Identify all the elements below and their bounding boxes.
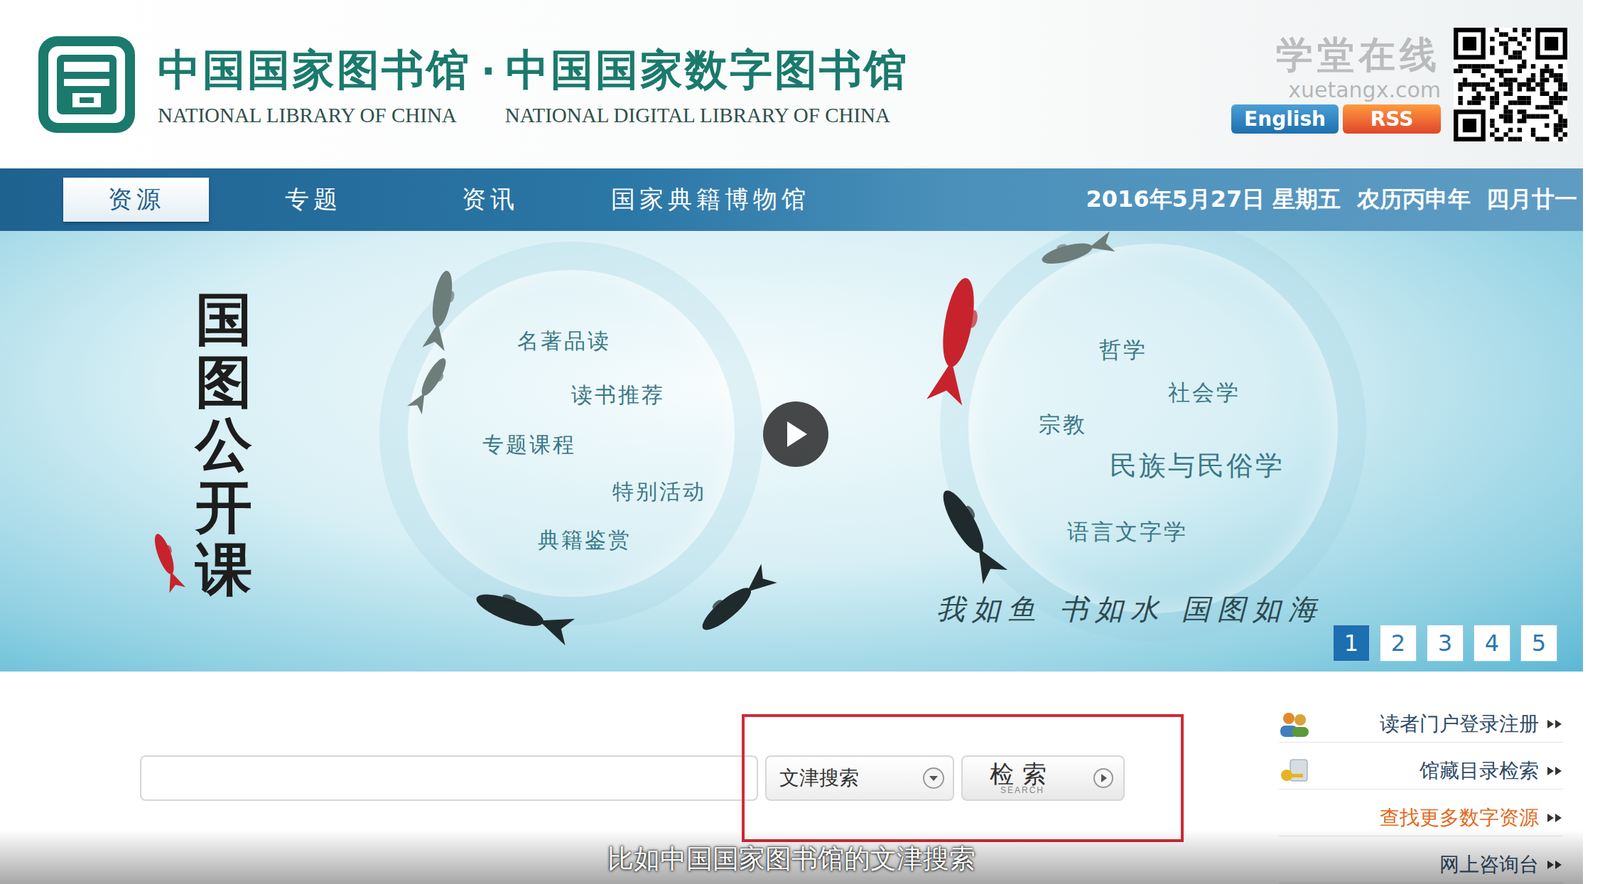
qr-code [1453,27,1568,142]
banner-title: 国图公开课 [195,287,253,601]
pager-item[interactable]: 1 [1332,624,1370,662]
topic-link[interactable]: 典籍鉴赏 [537,525,632,555]
watermark-url: xuetangx.com [1288,78,1441,102]
nav-tab[interactable]: 资源 [63,177,209,222]
watermark-text: 学堂在线 [1276,34,1441,76]
header-links: EnglishRSS [1231,104,1441,134]
library-name-cn: 中国国家图书馆 [157,41,472,100]
library-name-en: NATIONAL LIBRARY OF CHINA [157,103,457,128]
fish-icon [921,268,989,410]
header-link[interactable]: RSS [1342,104,1441,134]
topic-link[interactable]: 读书推荐 [571,380,666,410]
pager-item[interactable]: 3 [1426,624,1464,662]
fish-icon [146,527,189,596]
topic-link[interactable]: 专题课程 [482,430,577,460]
catalog-key-icon [1278,756,1311,786]
search-row: 文津搜索检索SEARCH [139,755,1125,803]
nav-tabs: 资源专题资讯国家典籍博物馆 [63,177,827,222]
topic-link[interactable]: 语言文字学 [1067,517,1188,548]
dropdown-icon [921,765,946,791]
topic-link[interactable]: 宗教 [1038,409,1088,440]
fish-icon [689,559,781,643]
site-header: 中国国家图书馆·中国国家数字图书馆 NATIONAL LIBRARY OF CHI… [0,0,1583,169]
double-arrow-icon [1547,765,1564,777]
digital-library-name-cn: 中国国家数字图书馆 [505,41,909,100]
fish-icon [419,264,462,354]
nav-bar: 资源专题资讯国家典籍博物馆 2016年5月27日 星期五 农历丙申年 四月廿一 [0,168,1583,231]
search-scope-select[interactable]: 文津搜索 [765,755,955,801]
pager-item[interactable]: 2 [1379,624,1417,662]
logo[interactable] [35,33,138,136]
title-cn-row: 中国国家图书馆·中国国家数字图书馆 [157,41,909,100]
play-button[interactable] [763,401,829,467]
pager-item[interactable]: 5 [1520,624,1558,662]
ink-ring [939,230,1367,642]
play-icon [781,418,810,450]
banner-slogan: 我如鱼 书如水 国图如海 [936,589,1324,629]
arrow-circle-icon [1092,766,1115,790]
digital-library-name-en: NATIONAL DIGITAL LIBRARY OF CHINA [505,103,891,128]
topic-link[interactable]: 特别活动 [612,477,707,507]
double-arrow-icon [1547,812,1564,824]
banner-pager: 12345 [1332,624,1558,662]
fish-icon [1035,230,1118,274]
title-separator: · [480,49,496,94]
users-icon [1278,709,1311,739]
page: 中国国家图书馆·中国国家数字图书馆 NATIONAL LIBRARY OF CHI… [0,0,1600,884]
qr-code-icon [1453,27,1568,142]
library-logo-icon [35,33,138,136]
nav-tab[interactable]: 国家典籍博物馆 [593,177,827,222]
fish-icon [466,579,579,650]
highlight-box [741,714,1184,842]
topic-link[interactable]: 哲学 [1099,335,1148,366]
side-links: 读者门户登录注册馆藏目录检索查找更多数字资源网上咨询台 [1278,705,1564,884]
search-button[interactable]: 检索SEARCH [961,755,1125,801]
side-link[interactable]: 查找更多数字资源 [1278,799,1564,837]
nav-tab[interactable]: 资讯 [417,177,563,222]
site-title: 中国国家图书馆·中国国家数字图书馆 NATIONAL LIBRARY OF CHI… [157,41,909,128]
search-input[interactable] [139,755,759,801]
side-link[interactable]: 网上咨询台 [1278,846,1564,884]
topic-link[interactable]: 名著品读 [517,326,612,356]
video-frame: 中国国家图书馆·中国国家数字图书馆 NATIONAL LIBRARY OF CHI… [0,0,1583,884]
header-link[interactable]: English [1231,104,1339,134]
title-en-row: NATIONAL LIBRARY OF CHINA NATIONAL DIGITA… [157,103,909,128]
pager-item[interactable]: 4 [1473,624,1511,662]
topic-link[interactable]: 民族与民俗学 [1109,447,1285,484]
banner: 国图公开课 名著品读读书推荐专题课程特别活动典籍鉴赏 哲学社会学宗教民族与民俗学语言… [0,230,1583,672]
topic-link[interactable]: 社会学 [1168,377,1241,408]
double-arrow-icon [1547,718,1564,730]
side-link[interactable]: 读者门户登录注册 [1278,705,1564,743]
video-subtitle: 比如中国国家图书馆的文津搜索 [0,829,1583,884]
side-link[interactable]: 馆藏目录检索 [1278,752,1564,790]
search-area: 文津搜索检索SEARCH 读者门户登录注册馆藏目录检索查找更多数字资源网上咨询台比… [0,671,1583,884]
fish-icon [927,478,1012,589]
header-tools: 学堂在线xuetangx.comEnglishRSS [1231,27,1568,142]
date-text: 2016年5月27日 星期五 农历丙申年 四月廿一 [1085,184,1583,216]
watermark: 学堂在线xuetangx.comEnglishRSS [1231,34,1441,134]
double-arrow-icon [1547,858,1564,871]
fish-icon [404,350,456,418]
nav-tab[interactable]: 专题 [240,177,386,222]
